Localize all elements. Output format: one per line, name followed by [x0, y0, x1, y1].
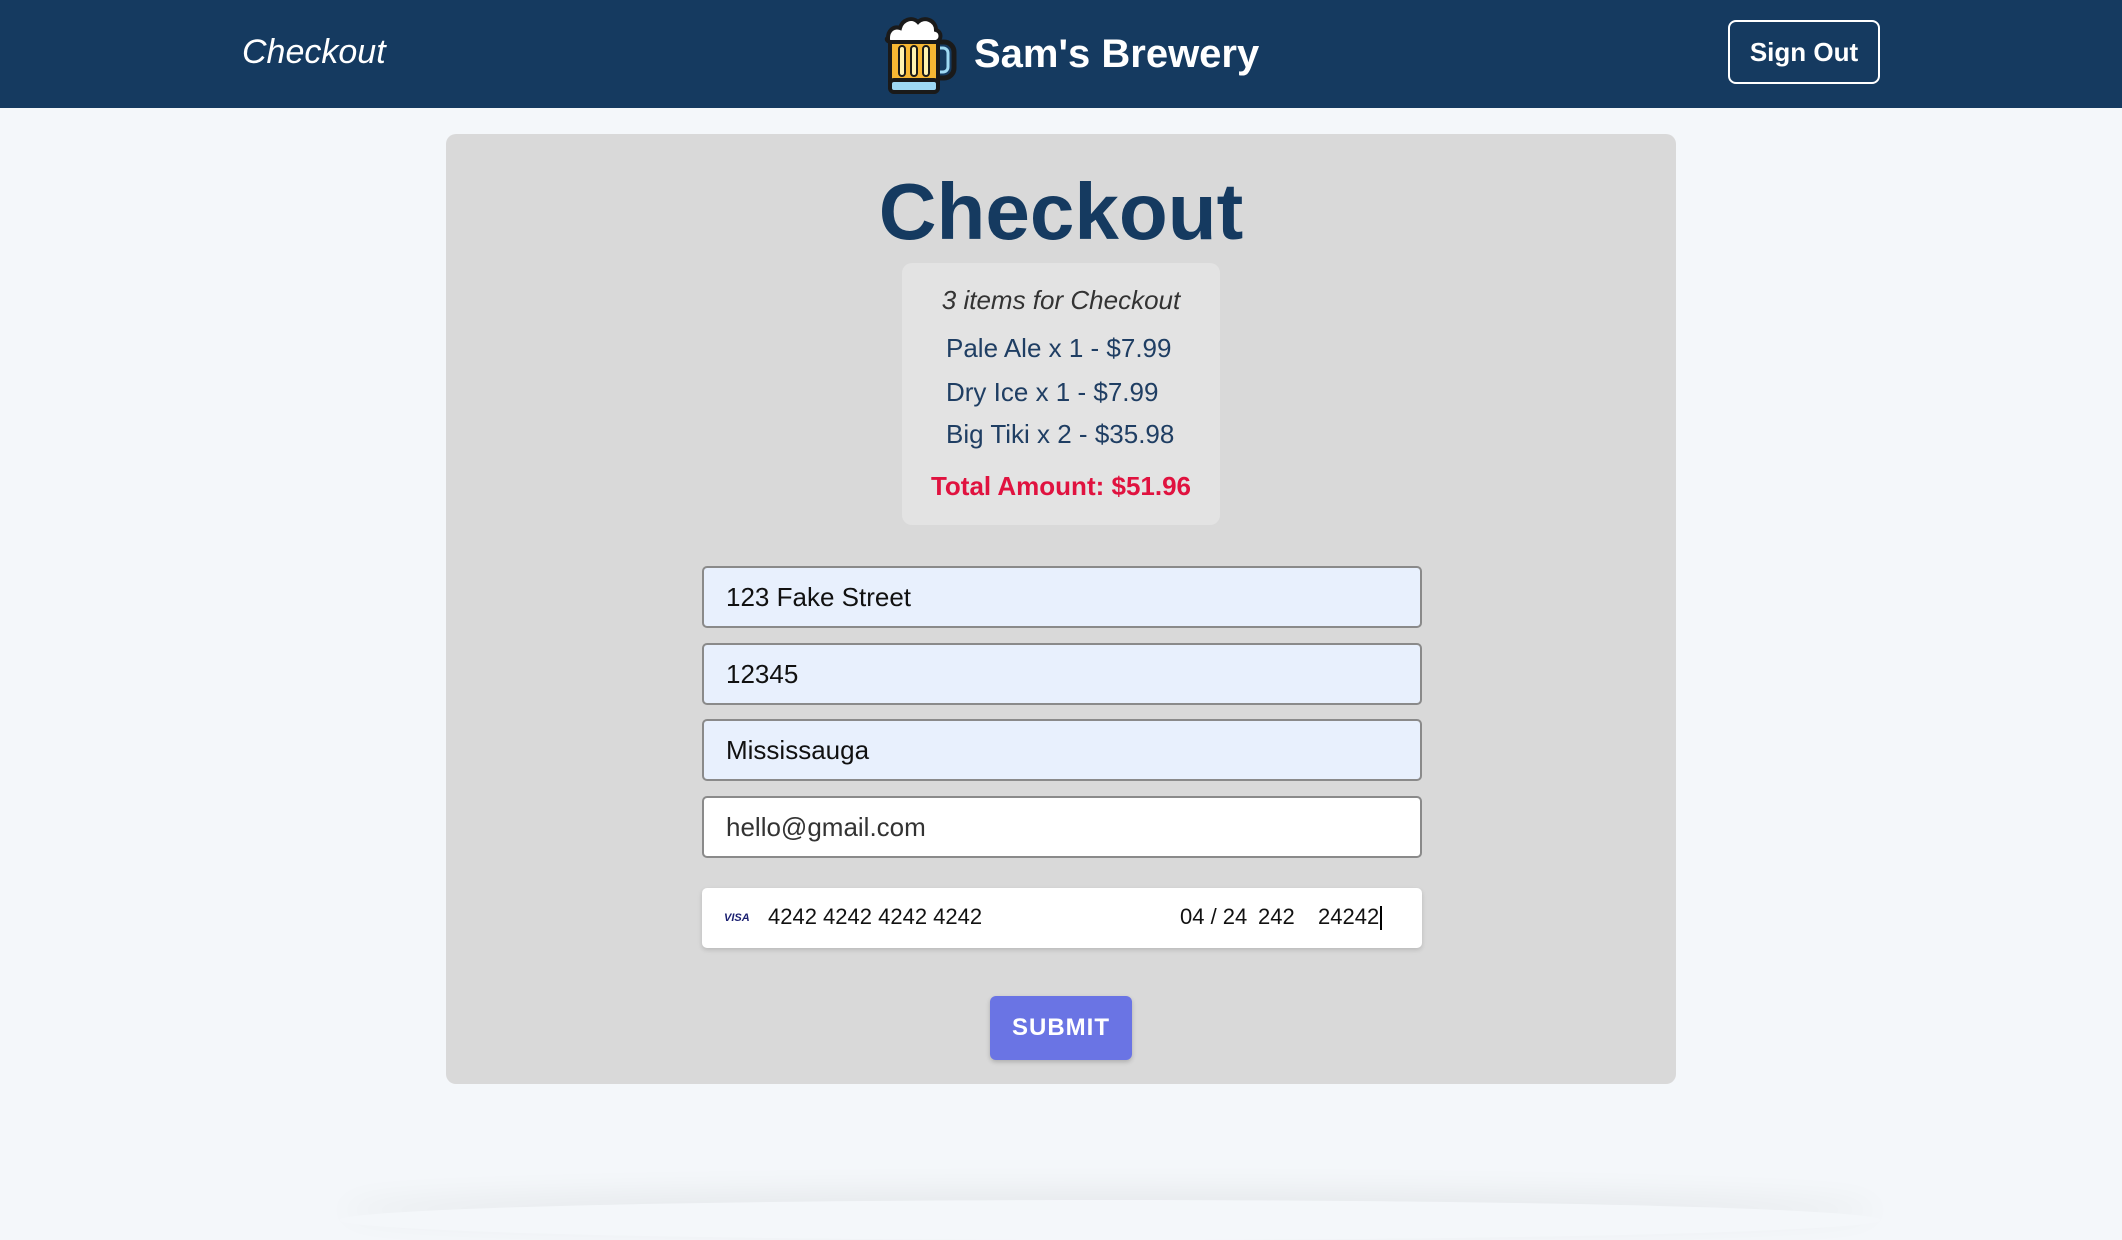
postal-code-field[interactable] [702, 643, 1422, 705]
card-cvc-input[interactable]: 242 [1258, 904, 1295, 930]
card-zip-input[interactable]: 24242 [1318, 904, 1383, 931]
footer-shadow [340, 1200, 1880, 1240]
brand[interactable]: Sam's Brewery [884, 10, 1259, 98]
text-caret [1380, 906, 1383, 931]
total-amount: Total Amount: $51.96 [930, 471, 1192, 501]
item-count: 3 items for Checkout [941, 285, 1181, 315]
card-number-input[interactable]: 4242 4242 4242 4242 [768, 904, 982, 930]
summary-item: Pale Ale x 1 - $7.99 [946, 333, 1172, 363]
order-summary: 3 items for Checkout Pale Ale x 1 - $7.9… [902, 263, 1220, 525]
sign-out-button[interactable]: Sign Out [1728, 20, 1880, 84]
beer-mug-icon [884, 17, 957, 94]
email-field[interactable] [702, 796, 1422, 858]
visa-card-icon: VISA [724, 912, 750, 924]
submit-button[interactable]: SUBMIT [990, 996, 1132, 1060]
navbar: Checkout Sam's Brewery Sign Out [0, 0, 2122, 108]
summary-item: Dry Ice x 1 - $7.99 [946, 377, 1159, 407]
nav-page-label: Checkout [242, 33, 386, 71]
city-field[interactable] [702, 719, 1422, 781]
page-title: Checkout [878, 167, 1244, 256]
brand-name: Sam's Brewery [974, 31, 1260, 76]
card-payment-field[interactable]: VISA 4242 4242 4242 4242 04 / 24 242 242… [702, 888, 1422, 948]
card-expiry-input[interactable]: 04 / 24 [1180, 904, 1247, 930]
address-field[interactable] [702, 566, 1422, 628]
card-zip-value: 24242 [1318, 904, 1380, 929]
summary-item: Big Tiki x 2 - $35.98 [946, 419, 1175, 449]
checkout-card: Checkout 3 items for Checkout Pale Ale x… [446, 134, 1676, 1084]
